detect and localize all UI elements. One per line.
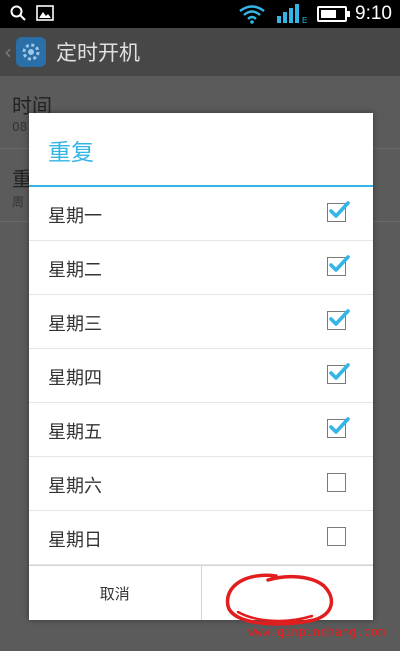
weekday-label: 星期四 xyxy=(48,368,102,389)
weekday-option[interactable]: 星期一 xyxy=(29,187,373,241)
dialog-title-bar: 重复 xyxy=(29,113,373,187)
weekday-label: 星期二 xyxy=(48,260,102,281)
weekday-checkbox[interactable] xyxy=(327,417,350,438)
signal-icon: E xyxy=(277,4,307,24)
checkmark-icon xyxy=(329,255,350,272)
ok-button[interactable] xyxy=(200,566,374,620)
dialog-buttons: 取消 xyxy=(29,565,373,620)
cancel-button[interactable]: 取消 xyxy=(29,566,201,620)
repeat-dialog: 重复 星期一星期二星期三星期四星期五星期六星期日 取消 xyxy=(29,113,373,620)
watermark: www.qinpinchang.com xyxy=(248,625,386,639)
weekday-option[interactable]: 星期五 xyxy=(29,403,373,457)
weekday-list: 星期一星期二星期三星期四星期五星期六星期日 xyxy=(29,187,373,565)
dialog-title: 重复 xyxy=(48,140,94,166)
wifi-icon xyxy=(239,5,265,24)
status-bar: E 9:10 xyxy=(0,0,400,28)
app-title: 定时开机 xyxy=(56,41,140,65)
checkmark-icon xyxy=(329,417,350,434)
search-icon xyxy=(10,5,26,21)
battery-icon xyxy=(317,6,351,22)
weekday-label: 星期三 xyxy=(48,314,102,335)
weekday-option[interactable]: 星期六 xyxy=(29,457,373,511)
clock: 9:10 xyxy=(355,3,392,24)
app-bar: ‹ 定时开机 xyxy=(0,28,400,76)
weekday-label: 星期一 xyxy=(48,206,102,227)
weekday-option[interactable]: 星期四 xyxy=(29,349,373,403)
weekday-label: 星期六 xyxy=(48,476,102,497)
weekday-checkbox[interactable] xyxy=(327,201,350,222)
weekday-checkbox[interactable] xyxy=(327,255,350,276)
weekday-option[interactable]: 星期二 xyxy=(29,241,373,295)
image-icon xyxy=(36,5,54,21)
checkmark-icon xyxy=(329,309,350,326)
gear-icon xyxy=(16,37,46,67)
checkmark-icon xyxy=(329,201,350,218)
checkmark-icon xyxy=(329,363,350,380)
weekday-option[interactable]: 星期三 xyxy=(29,295,373,349)
weekday-checkbox[interactable] xyxy=(327,473,346,492)
back-chevron-icon[interactable]: ‹ xyxy=(4,40,12,64)
weekday-checkbox[interactable] xyxy=(327,527,346,546)
list-item-subtitle: 周 xyxy=(12,195,25,209)
weekday-checkbox[interactable] xyxy=(327,363,350,384)
weekday-checkbox[interactable] xyxy=(327,309,350,330)
weekday-label: 星期五 xyxy=(48,422,102,443)
weekday-option[interactable]: 星期日 xyxy=(29,511,373,565)
list-item-subtitle: 08 xyxy=(12,120,28,134)
network-type-label: E xyxy=(302,16,307,24)
weekday-label: 星期日 xyxy=(48,530,102,551)
